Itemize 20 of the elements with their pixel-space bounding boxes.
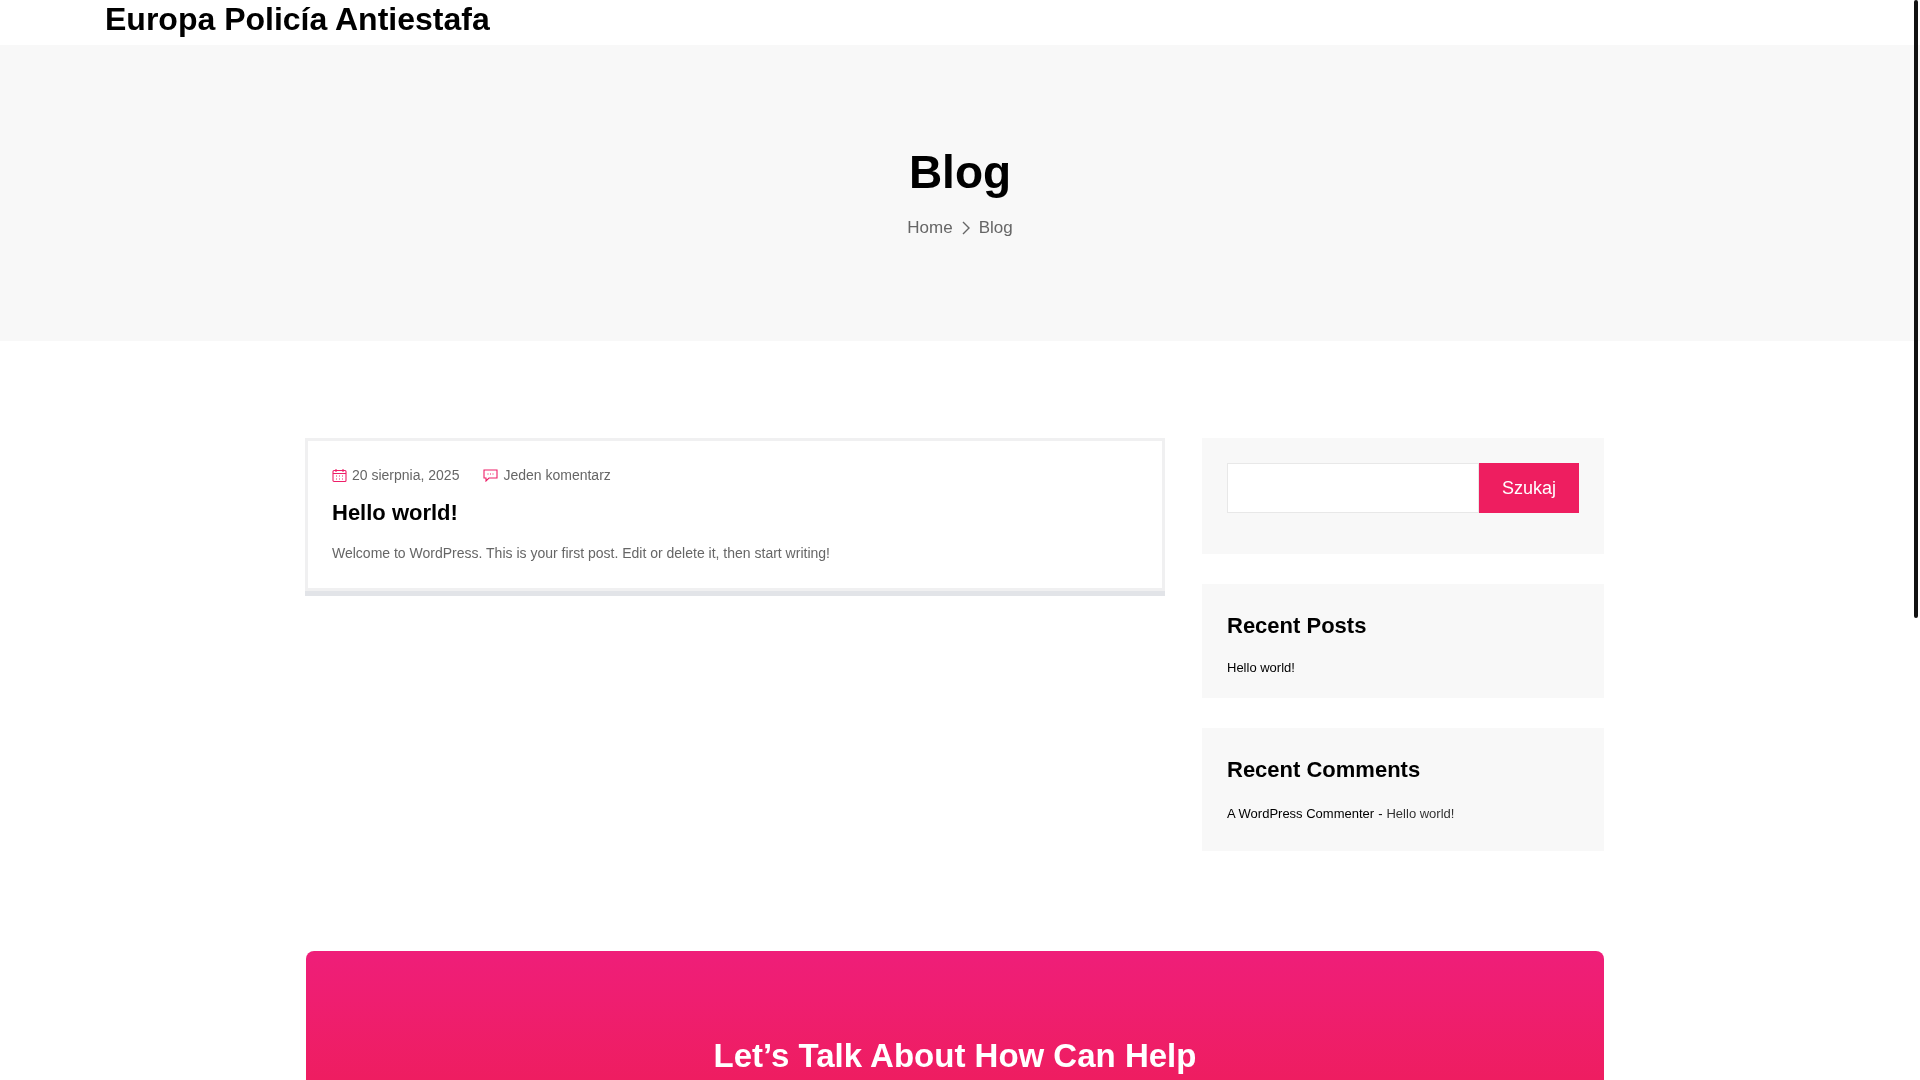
page-title: Blog xyxy=(908,145,1012,199)
comments-link[interactable]: Jeden komentarz xyxy=(503,465,611,486)
breadcrumb-link[interactable]: Home xyxy=(907,215,953,241)
separator: - xyxy=(1378,804,1383,823)
widget-title: Recent Comments xyxy=(1227,755,1422,784)
search-button[interactable]: Szukaj xyxy=(1479,463,1579,513)
comment-author: A WordPress Commenter xyxy=(1227,804,1375,823)
post-title[interactable]: Hello world! xyxy=(332,496,1138,529)
site-title[interactable]: Europa Policía Antiestafa xyxy=(105,0,490,38)
recent-post-link[interactable]: Hello world! xyxy=(1227,658,1579,678)
chevron-right-icon xyxy=(960,220,971,235)
calendar-icon xyxy=(332,468,347,483)
post-date[interactable]: 20 sierpnia, 2025 xyxy=(352,465,460,486)
widget-title: Recent Posts xyxy=(1227,612,1368,640)
comment-post-link[interactable]: Hello world! xyxy=(1386,803,1455,823)
comment-icon xyxy=(483,469,499,482)
search-field[interactable] xyxy=(1227,463,1479,513)
banner-title: Let’s Talk About How Can Help xyxy=(713,1037,1197,1076)
post-excerpt: Welcome to WordPress. This is your first post. Edit or delete it, then start writing! xyxy=(332,544,831,563)
scrollbar-thumb[interactable] xyxy=(1914,0,1918,618)
